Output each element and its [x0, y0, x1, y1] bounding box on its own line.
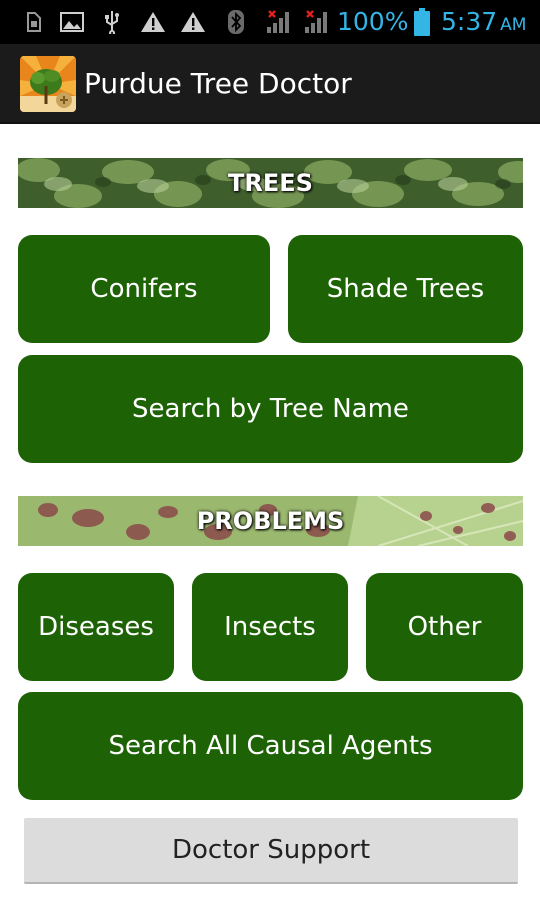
trees-banner-label: TREES — [228, 169, 313, 197]
search-all-causal-agents-button[interactable]: Search All Causal Agents — [18, 692, 523, 800]
other-button[interactable]: Other — [366, 573, 523, 681]
signal-no-sim-icon — [262, 0, 294, 44]
app-title: Purdue Tree Doctor — [84, 67, 352, 100]
action-bar: Purdue Tree Doctor — [0, 44, 540, 124]
problems-banner-label: PROBLEMS — [196, 507, 345, 535]
bluetooth-icon — [224, 0, 248, 44]
conifers-button[interactable]: Conifers — [18, 235, 270, 343]
gallery-icon — [57, 0, 87, 44]
status-bar: 100% 5:37 AM — [0, 0, 540, 44]
signal-no-sim-icon — [300, 0, 332, 44]
battery-percent: 100% — [337, 7, 409, 36]
battery-icon — [412, 0, 432, 44]
warning-icon — [139, 0, 167, 44]
problems-banner: PROBLEMS — [18, 496, 523, 546]
doctor-support-button[interactable]: Doctor Support — [24, 818, 518, 884]
app-logo-icon[interactable] — [20, 56, 76, 112]
warning-icon — [179, 0, 207, 44]
clock-time: 5:37 — [441, 7, 498, 36]
diseases-button[interactable]: Diseases — [18, 573, 174, 681]
usb-icon — [99, 0, 125, 44]
search-by-tree-name-button[interactable]: Search by Tree Name — [18, 355, 523, 463]
trees-banner: TREES — [18, 158, 523, 208]
clock-ampm: AM — [500, 15, 527, 35]
shade-trees-button[interactable]: Shade Trees — [288, 235, 523, 343]
clock: 5:37 AM — [441, 0, 526, 44]
sim-card-icon — [20, 0, 46, 44]
insects-button[interactable]: Insects — [192, 573, 348, 681]
